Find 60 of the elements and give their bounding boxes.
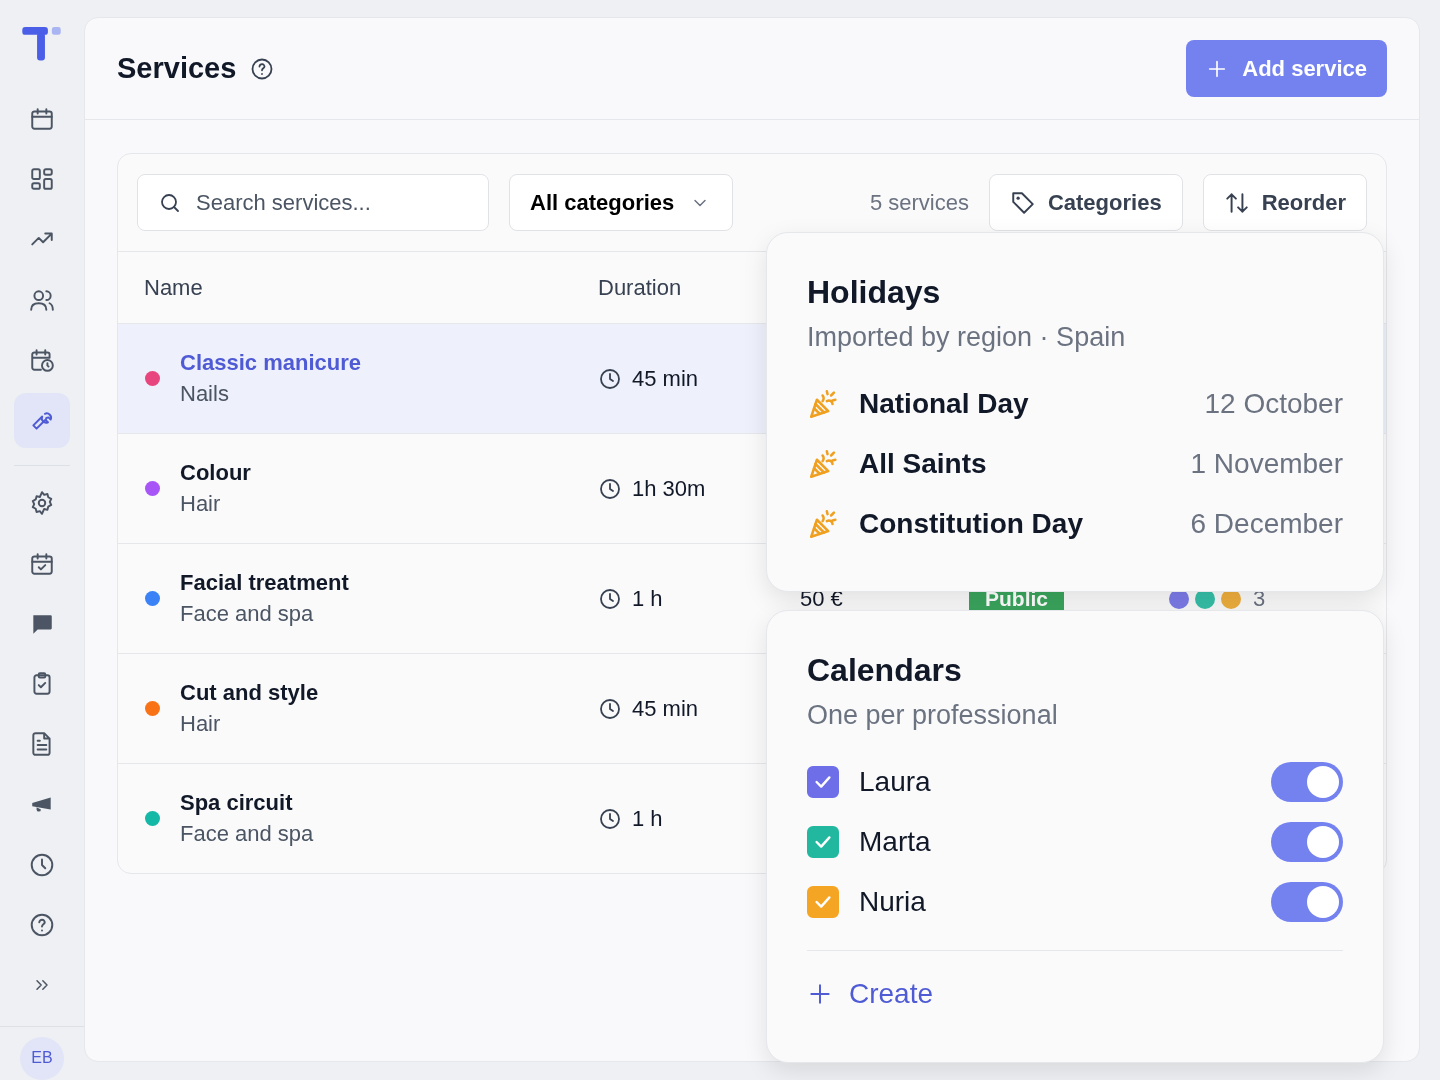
reorder-button[interactable]: Reorder xyxy=(1202,174,1367,231)
clock-icon xyxy=(598,806,622,831)
service-name: Cut and style xyxy=(180,678,319,707)
duration-text: 45 min xyxy=(632,365,699,393)
column-header: Name xyxy=(144,274,204,302)
search-input[interactable]: Search services... xyxy=(194,185,468,220)
duration-text: 1h 30m xyxy=(632,475,706,503)
clock-icon xyxy=(598,586,622,611)
dashboard-icon xyxy=(29,166,55,193)
calendar-check-icon xyxy=(29,550,55,577)
popover-subtitle: Imported by region · Spain xyxy=(807,321,1127,355)
categories-button[interactable]: Categories xyxy=(988,174,1183,231)
clock-icon xyxy=(598,366,622,391)
service-name: Colour xyxy=(180,458,251,487)
column-header: Duration xyxy=(598,274,683,302)
toggle-switch[interactable] xyxy=(1271,821,1343,862)
holiday-date: 1 November xyxy=(1190,446,1343,481)
service-category: Face and spa xyxy=(180,819,314,848)
holiday-name: All Saints xyxy=(859,446,987,481)
service-category: Hair xyxy=(180,709,222,738)
calendar-name: Nuria xyxy=(859,884,926,919)
search-field[interactable]: Search services... xyxy=(137,174,489,231)
duration-text: 1 h xyxy=(632,585,663,613)
popover-subtitle: One per professional xyxy=(807,699,1059,733)
clock-icon xyxy=(598,696,622,721)
holiday-date: 12 October xyxy=(1204,386,1343,421)
help-icon xyxy=(250,56,275,81)
category-dropdown[interactable]: All categories xyxy=(509,174,734,231)
duration-text: 45 min xyxy=(632,695,699,723)
page-title: Services xyxy=(117,51,237,86)
holiday-name: Constitution Day xyxy=(859,506,1083,541)
settings-icon xyxy=(29,490,55,517)
service-category: Nails xyxy=(180,379,230,408)
wrench-nav-button[interactable] xyxy=(14,392,70,448)
service-category: Hair xyxy=(180,489,222,518)
holiday-name: National Day xyxy=(859,386,1029,421)
calendar-name: Marta xyxy=(859,824,931,859)
toggle-switch[interactable] xyxy=(1271,881,1343,922)
service-name: Spa circuit xyxy=(180,788,294,817)
checkbox[interactable] xyxy=(807,765,839,798)
duration-text: 1 h xyxy=(632,805,663,833)
user-avatar[interactable]: EB xyxy=(20,1036,64,1080)
clock-icon xyxy=(29,851,55,878)
service-name: Classic manicure xyxy=(180,348,361,377)
service-count: 5 services xyxy=(869,189,969,217)
service-category: Face and spa xyxy=(180,599,315,628)
checkbox[interactable] xyxy=(807,885,839,918)
clock-icon xyxy=(598,476,622,501)
popover-title: Holidays xyxy=(807,273,942,312)
checkbox[interactable] xyxy=(807,825,839,858)
service-name: Facial treatment xyxy=(180,568,349,597)
calendar-clock-icon xyxy=(29,346,55,373)
calendar-icon xyxy=(29,106,55,133)
tag-icon xyxy=(1009,189,1036,216)
create-link[interactable]: Create xyxy=(807,972,934,1015)
toggle-switch[interactable] xyxy=(1271,761,1343,802)
popover-title: Calendars xyxy=(807,651,963,690)
holiday-date: 6 December xyxy=(1190,506,1343,541)
calendar-name: Laura xyxy=(859,764,931,799)
help-icon xyxy=(29,911,55,938)
